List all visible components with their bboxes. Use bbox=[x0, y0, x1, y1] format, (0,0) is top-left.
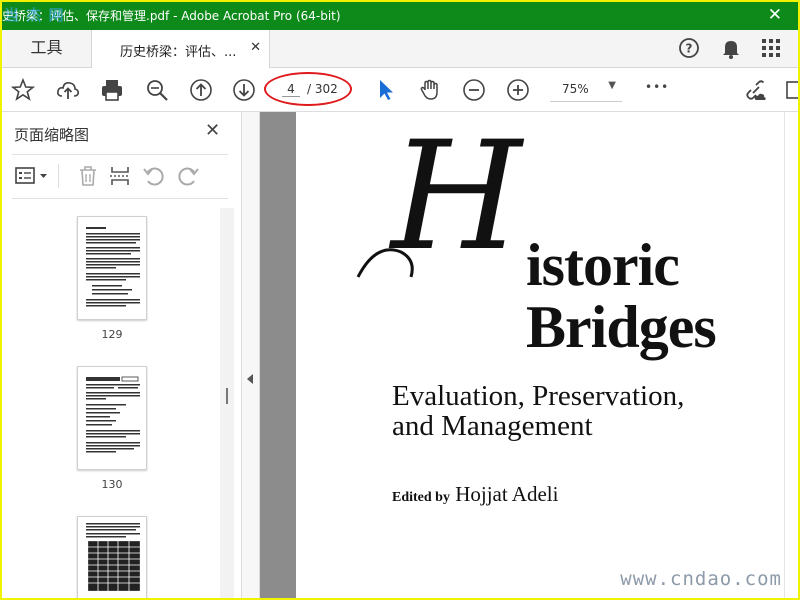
cloud-upload-icon[interactable] bbox=[56, 78, 80, 102]
thumbnail-label: 129 bbox=[101, 328, 123, 341]
grid-icon[interactable] bbox=[760, 37, 782, 59]
more-tools-icon[interactable]: ••• bbox=[645, 80, 669, 94]
title-line-1: istoric bbox=[526, 232, 680, 298]
editor-credit: Edited by Hojjat Adeli bbox=[392, 482, 558, 507]
arrow-down-icon[interactable] bbox=[232, 78, 256, 102]
hand-icon[interactable] bbox=[418, 78, 442, 102]
panel-close-icon[interactable]: ✕ bbox=[205, 120, 220, 141]
collapse-arrow-icon[interactable] bbox=[247, 374, 253, 384]
minus-circle-icon[interactable] bbox=[462, 78, 486, 102]
subtitle-line-1: Evaluation, Preservation, bbox=[392, 380, 685, 412]
help-icon[interactable]: ? bbox=[678, 37, 700, 59]
chevron-down-icon: ▼ bbox=[608, 80, 616, 91]
panel-title: 页面缩略图 bbox=[14, 126, 90, 144]
scrollbar-grip[interactable] bbox=[226, 388, 228, 404]
title-initial: H bbox=[391, 110, 522, 284]
plus-circle-icon[interactable] bbox=[506, 78, 530, 102]
page-thumbnails-panel: 页面缩略图 ✕ 129 130 bbox=[2, 112, 242, 598]
tab-bar: 工具 历史桥梁：评估、... ✕ ? bbox=[2, 30, 798, 68]
toolbar-divider bbox=[58, 164, 59, 188]
zoom-value: 75% bbox=[562, 82, 589, 96]
subtitle-line-2: and Management bbox=[392, 410, 593, 442]
insert-page-icon[interactable] bbox=[108, 164, 132, 188]
page-thumbnail[interactable] bbox=[77, 216, 147, 320]
cursor-arrow-icon[interactable] bbox=[374, 78, 398, 102]
sidebar-toggle-icon[interactable] bbox=[786, 78, 798, 102]
thumbnail-options-icon[interactable] bbox=[14, 164, 50, 188]
watermark-bottom: www.cndao.com bbox=[620, 568, 782, 590]
panel-divider bbox=[12, 198, 228, 199]
link-cloud-icon[interactable] bbox=[744, 78, 768, 102]
main-toolbar: 4 / 302 75% ▼ ••• bbox=[2, 68, 798, 112]
title-bar: 史桥梁：评估、保存和管理.pdf - Adobe Acrobat Pro (64… bbox=[2, 2, 798, 30]
annotation-highlight-ring bbox=[264, 72, 352, 106]
star-icon[interactable] bbox=[11, 78, 35, 102]
document-scrollbar[interactable] bbox=[784, 112, 798, 598]
thumbnail-text-content bbox=[86, 376, 140, 453]
rotate-right-icon[interactable] bbox=[176, 164, 200, 188]
acrobat-window: 史桥梁：评估、保存和管理.pdf - Adobe Acrobat Pro (64… bbox=[2, 2, 798, 598]
thumbnail-label: 130 bbox=[101, 478, 123, 491]
tab-document-label: 历史桥梁：评估、... bbox=[120, 45, 237, 60]
window-close-button[interactable]: ✕ bbox=[768, 5, 782, 25]
panel-splitter[interactable] bbox=[242, 112, 260, 598]
svg-text:?: ? bbox=[686, 42, 693, 56]
zoom-search-icon[interactable] bbox=[145, 78, 169, 102]
edited-by-label: Edited by bbox=[392, 490, 450, 505]
zoom-select[interactable]: 75% ▼ bbox=[550, 80, 622, 102]
tab-tools[interactable]: 工具 bbox=[2, 30, 92, 68]
bell-icon[interactable] bbox=[720, 37, 742, 59]
printer-icon[interactable] bbox=[100, 78, 124, 102]
tab-close-icon[interactable]: ✕ bbox=[250, 40, 261, 55]
rotate-left-icon[interactable] bbox=[142, 164, 166, 188]
arrow-up-icon[interactable] bbox=[189, 78, 213, 102]
thumbnail-text-content bbox=[86, 227, 140, 307]
title-line-2: Bridges bbox=[526, 294, 717, 360]
editor-name: Hojjat Adeli bbox=[455, 482, 559, 506]
watermark-top: 当 杰 网 bbox=[4, 6, 65, 24]
thumbnail-table-content bbox=[86, 523, 141, 592]
panel-scrollbar[interactable] bbox=[220, 208, 234, 598]
page-thumbnail[interactable] bbox=[77, 366, 147, 470]
thumbnail-list: 129 130 bbox=[2, 208, 220, 598]
panel-divider bbox=[12, 154, 228, 155]
page-thumbnail[interactable] bbox=[77, 516, 147, 598]
tab-document[interactable]: 历史桥梁：评估、... ✕ bbox=[92, 30, 270, 68]
pdf-page: H istoric Bridges Evaluation, Preservati… bbox=[296, 112, 798, 598]
trash-icon[interactable] bbox=[76, 164, 100, 188]
